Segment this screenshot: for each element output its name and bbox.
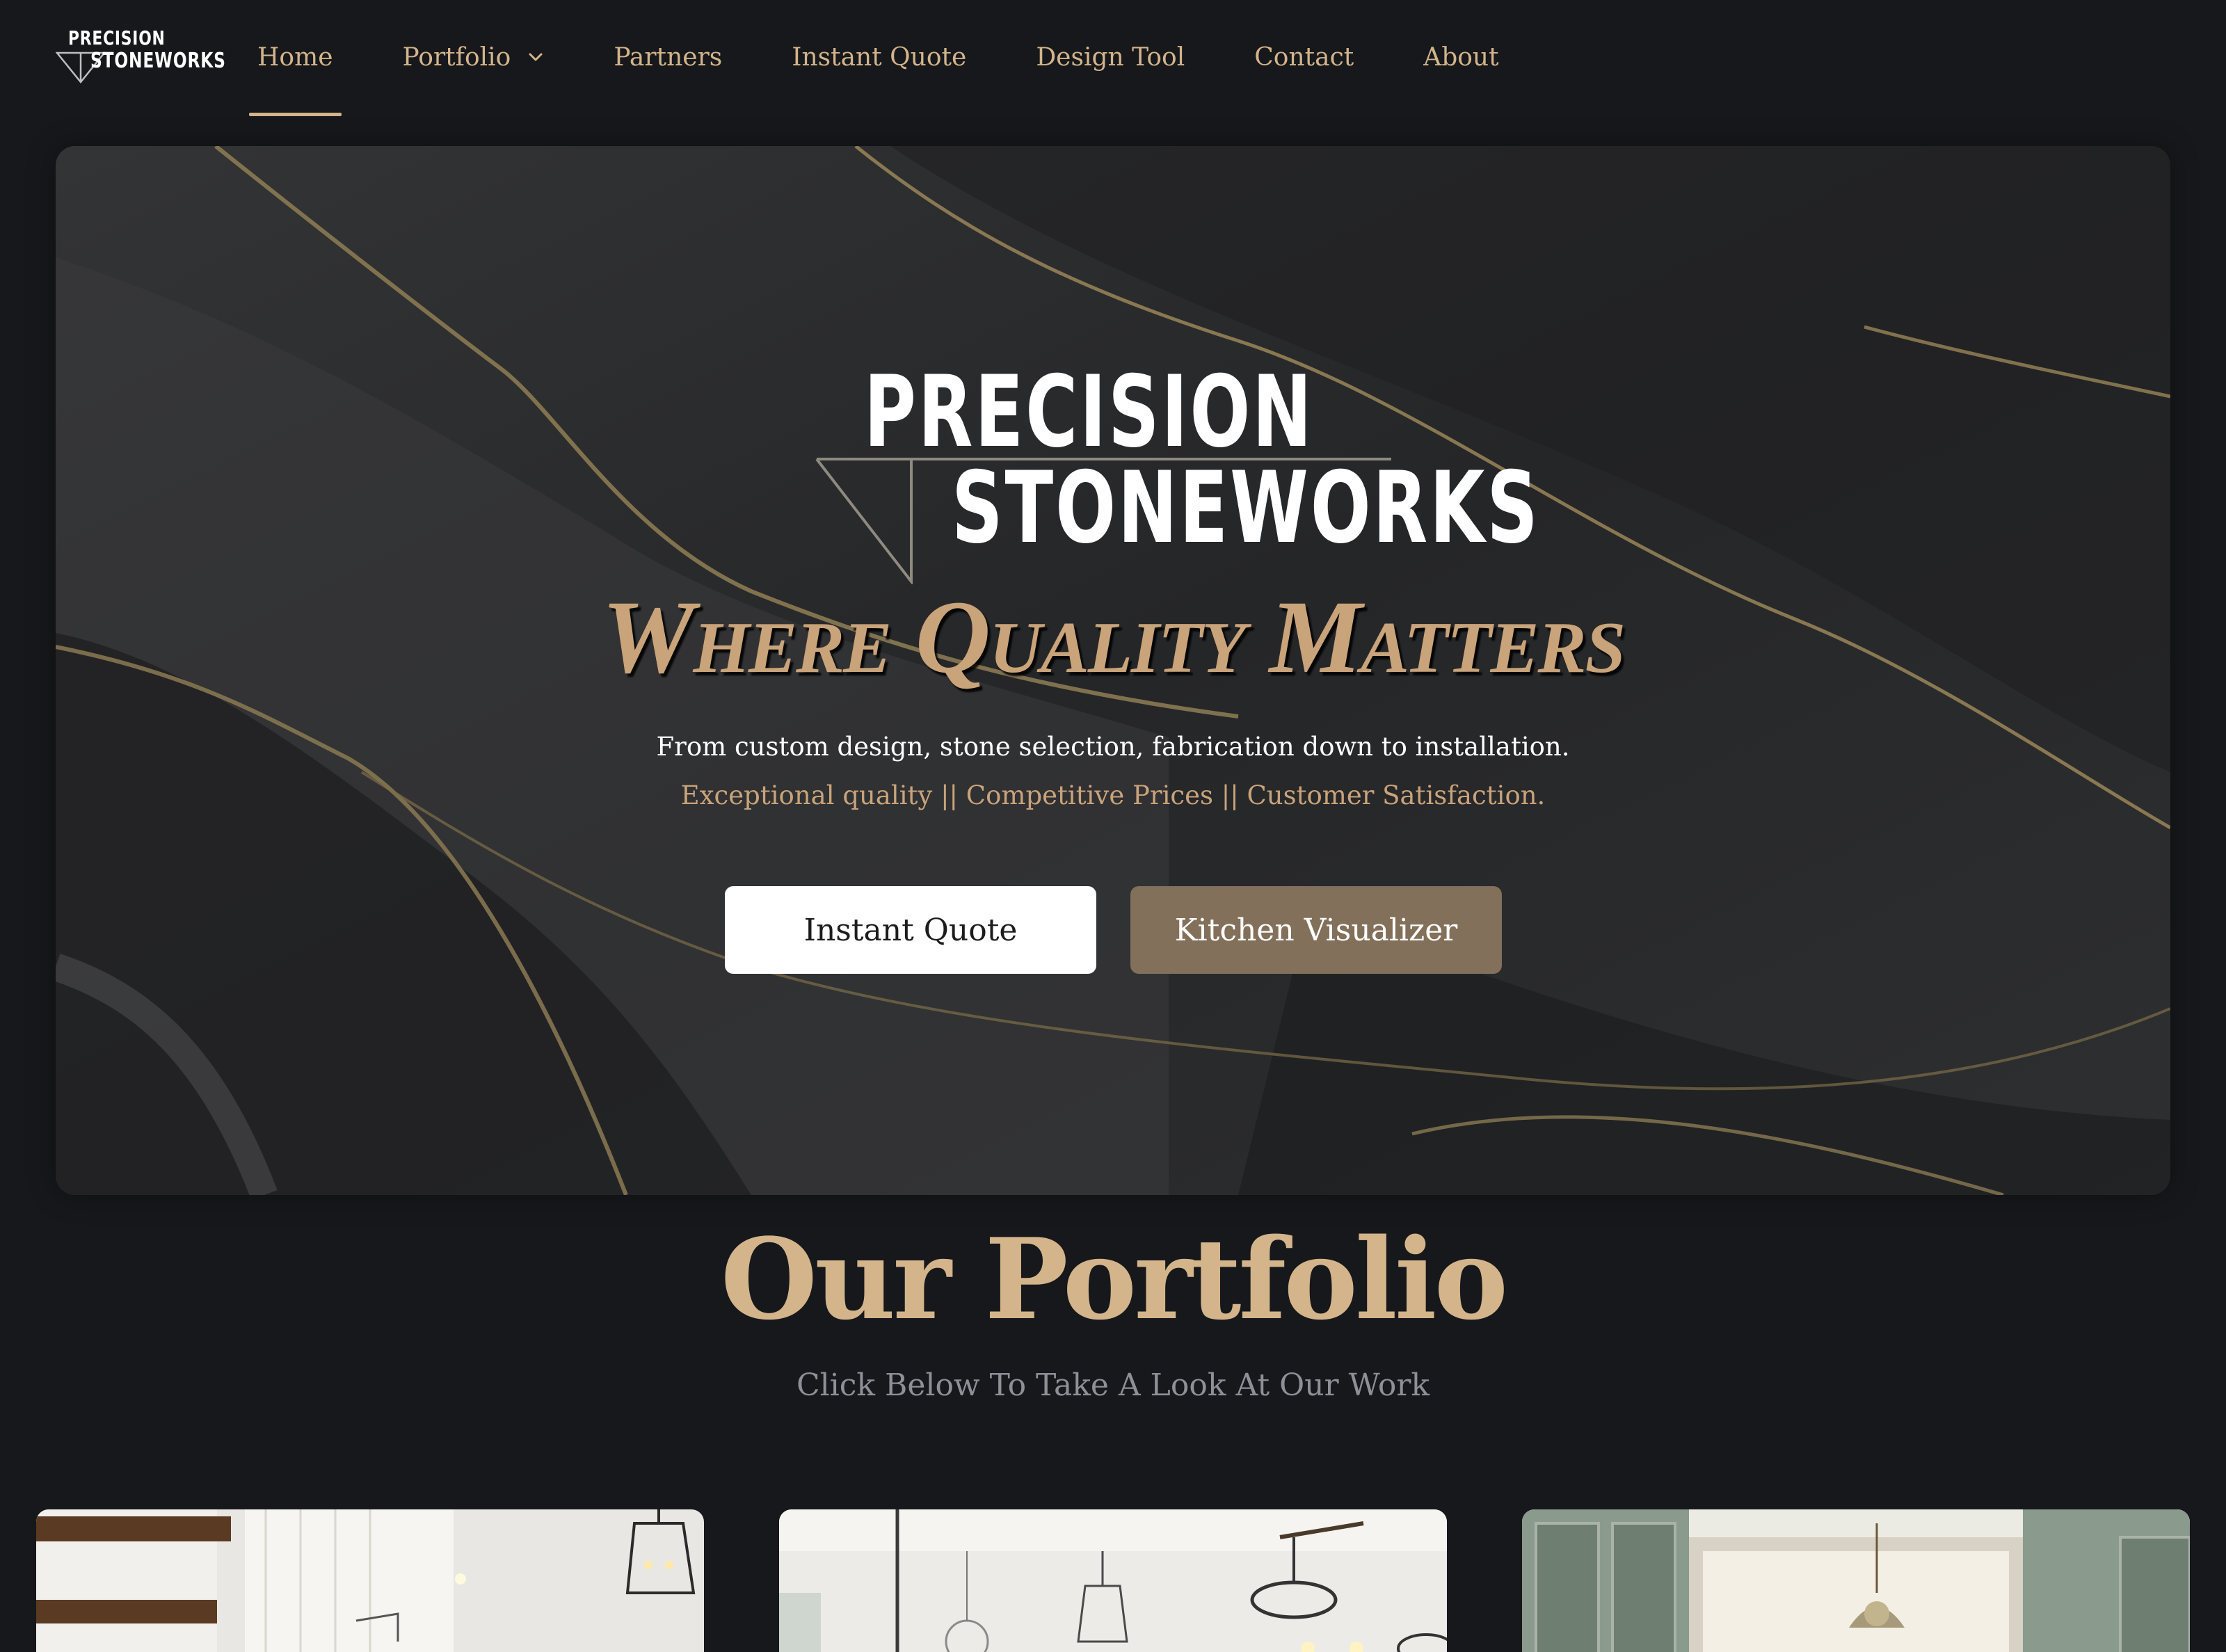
chevron-down-icon — [529, 53, 543, 61]
kitchen-photo-icon — [779, 1509, 1447, 1652]
hero-banner: PRECISION STONEWORKS Where Quality Matte… — [56, 146, 2170, 1195]
nav-contact-label: Contact — [1254, 42, 1354, 72]
instant-quote-button[interactable]: Instant Quote — [725, 886, 1096, 974]
hero-values: Exceptional quality || Competitive Price… — [680, 780, 1546, 810]
brand-logo[interactable]: PRECISION STONEWORKS — [56, 25, 225, 85]
nav-links: Home Portfolio Partners Instant Quote De… — [249, 36, 1499, 116]
portfolio-card-3[interactable] — [1522, 1509, 2190, 1652]
logo-text-line1: PRECISION — [68, 26, 166, 49]
nav-contact[interactable]: Contact — [1254, 43, 1354, 72]
nav-design-tool[interactable]: Design Tool — [1036, 43, 1185, 72]
kitchen-visualizer-button[interactable]: Kitchen Visualizer — [1130, 886, 1502, 974]
hero-subtitle: From custom design, stone selection, fab… — [656, 732, 1570, 762]
hero-tagline: Where Quality Matters — [602, 579, 1626, 695]
nav-about-label: About — [1423, 42, 1499, 72]
nav-home[interactable]: Home — [249, 42, 341, 116]
nav-about[interactable]: About — [1423, 43, 1498, 72]
nav-portfolio[interactable]: Portfolio — [403, 43, 545, 72]
top-navigation: PRECISION STONEWORKS Home Portfolio Part… — [0, 0, 2226, 116]
nav-instant-quote-label: Instant Quote — [792, 42, 967, 72]
nav-partners-label: Partners — [614, 42, 723, 72]
portfolio-subtitle: Click Below To Take A Look At Our Work — [796, 1368, 1430, 1403]
kitchen-photo-icon — [36, 1509, 704, 1652]
nav-portfolio-label: Portfolio — [402, 42, 511, 72]
hero-logo-line2: STONEWORKS — [952, 451, 1540, 566]
logo-text-line2: STONEWORKS — [90, 49, 226, 73]
kitchen-photo-icon — [1522, 1509, 2190, 1652]
portfolio-title: Our Portfolio — [720, 1214, 1508, 1345]
nav-partners[interactable]: Partners — [614, 43, 722, 72]
nav-home-label: Home — [257, 42, 333, 72]
portfolio-card-2[interactable] — [779, 1509, 1447, 1652]
portfolio-card-1[interactable] — [36, 1509, 704, 1652]
nav-design-tool-label: Design Tool — [1036, 42, 1185, 72]
hero-logo: PRECISION STONEWORKS — [814, 355, 1538, 584]
nav-instant-quote[interactable]: Instant Quote — [792, 43, 966, 72]
